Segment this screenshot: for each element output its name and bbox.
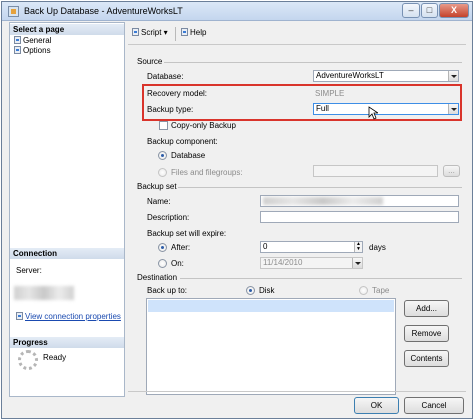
- progress-status: Ready: [43, 353, 67, 362]
- annotation-highlight-box: [142, 84, 462, 121]
- expire-label: Backup set will expire:: [147, 229, 227, 238]
- description-field[interactable]: [260, 211, 459, 223]
- backup-set-section-title: Backup set: [137, 182, 177, 191]
- backup-to-label: Back up to:: [147, 286, 188, 295]
- expire-after-label: After:: [171, 243, 191, 252]
- description-label: Description:: [147, 213, 190, 222]
- remove-destination-button[interactable]: Remove: [404, 325, 449, 342]
- expire-after-radio[interactable]: [158, 243, 167, 252]
- component-database-label: Database: [171, 151, 206, 160]
- backup-set-divider: [178, 187, 462, 188]
- backup-component-label: Backup component:: [147, 137, 218, 146]
- component-files-radio[interactable]: [158, 168, 167, 177]
- source-divider: [164, 62, 462, 63]
- browse-filegroups-button[interactable]: ...: [443, 165, 460, 177]
- name-label: Name:: [147, 197, 171, 206]
- main-pane: Script ▾ Help Source Database: Adventure…: [128, 22, 466, 397]
- tape-radio[interactable]: [359, 286, 368, 295]
- backup-name-redacted: [263, 197, 383, 205]
- toolbar-divider: [128, 44, 466, 45]
- minimize-button[interactable]: –: [402, 3, 420, 18]
- stepper-arrows-icon[interactable]: ▲ ▼: [354, 242, 362, 252]
- view-connection-properties-link[interactable]: View connection properties: [16, 312, 121, 321]
- component-database-radio[interactable]: [158, 151, 167, 160]
- maximize-button[interactable]: □: [421, 3, 438, 18]
- destination-list[interactable]: [146, 298, 396, 395]
- script-button[interactable]: Script ▾: [132, 28, 168, 37]
- toolbar-separator: [175, 27, 176, 41]
- window-title: Back Up Database - AdventureWorksLT: [24, 6, 183, 16]
- tape-label: Tape: [372, 286, 390, 295]
- cancel-button[interactable]: Cancel: [404, 397, 464, 414]
- page-item-label: General: [23, 36, 52, 45]
- destination-section-title: Destination: [137, 273, 178, 282]
- progress-header: Progress: [10, 337, 124, 348]
- add-destination-button[interactable]: Add...: [404, 300, 449, 317]
- source-section-title: Source: [137, 57, 163, 66]
- left-pane: Select a page General Options Connection…: [9, 22, 125, 397]
- footer-divider: [128, 391, 466, 392]
- server-label: Server:: [16, 266, 42, 275]
- copy-only-checkbox[interactable]: [159, 121, 168, 130]
- connection-header: Connection: [10, 248, 124, 259]
- ok-button[interactable]: OK: [354, 397, 399, 414]
- database-select[interactable]: AdventureWorksLT: [313, 70, 459, 82]
- properties-icon: [16, 312, 23, 320]
- contents-button[interactable]: Contents: [404, 350, 449, 367]
- help-icon: [181, 28, 188, 36]
- filegroups-field[interactable]: [313, 165, 438, 177]
- mouse-pointer-icon: [368, 106, 378, 120]
- expire-on-label: On:: [171, 259, 184, 268]
- page-icon: [14, 36, 21, 44]
- chevron-down-icon: [448, 71, 458, 81]
- calendar-dropdown-icon: [352, 258, 362, 268]
- database-label: Database:: [147, 72, 184, 81]
- backup-name-field[interactable]: [260, 195, 459, 207]
- page-item-general[interactable]: General: [14, 36, 51, 45]
- server-name-redacted: [14, 286, 74, 300]
- page-item-label: Options: [23, 46, 51, 55]
- script-icon: [132, 28, 139, 36]
- copy-only-label: Copy-only Backup: [171, 121, 236, 130]
- expire-date-picker[interactable]: 11/14/2010: [260, 257, 363, 269]
- close-button[interactable]: X: [439, 3, 469, 18]
- expire-on-radio[interactable]: [158, 259, 167, 268]
- help-button[interactable]: Help: [181, 28, 206, 37]
- title-bar[interactable]: Back Up Database - AdventureWorksLT – □ …: [2, 2, 472, 21]
- component-files-label: Files and filegroups:: [171, 168, 243, 177]
- page-item-options[interactable]: Options: [14, 46, 51, 55]
- page-icon: [14, 46, 21, 54]
- destination-divider: [180, 278, 462, 279]
- days-label: days: [369, 243, 386, 252]
- select-page-header: Select a page: [10, 24, 124, 35]
- list-item[interactable]: [148, 300, 394, 312]
- database-icon: [8, 6, 19, 17]
- toolbar: Script ▾ Help: [128, 25, 466, 43]
- expire-days-stepper[interactable]: 0 ▲ ▼: [260, 241, 363, 253]
- disk-label: Disk: [259, 286, 275, 295]
- backup-dialog-window: Back Up Database - AdventureWorksLT – □ …: [1, 1, 473, 419]
- progress-spinner-icon: [18, 350, 38, 370]
- disk-radio[interactable]: [246, 286, 255, 295]
